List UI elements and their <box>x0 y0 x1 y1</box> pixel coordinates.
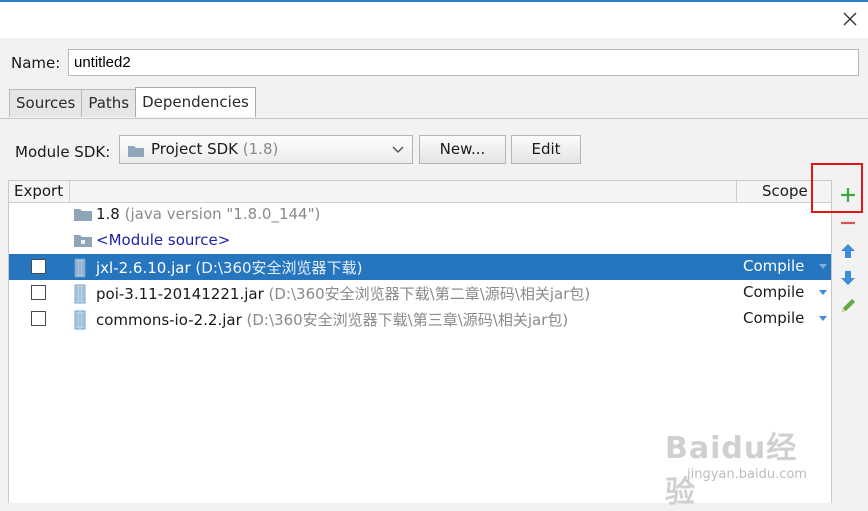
dialog-title-bar <box>0 0 868 38</box>
chevron-down-icon <box>392 146 404 154</box>
row-detail: (java version "1.8.0_144") <box>124 205 321 223</box>
folder-icon <box>128 146 144 157</box>
title-accent-line <box>0 0 868 2</box>
table-header: Export Scope <box>9 181 831 203</box>
row-name: <Module source> <box>96 231 231 249</box>
sdk-selected-value: Project SDK (1.8) <box>151 140 279 158</box>
row-label: poi-3.11-20141221.jar (D:\360安全浏览器下载\第二章… <box>96 283 590 304</box>
jar-library-icon <box>74 310 86 330</box>
row-detail: (D:\360安全浏览器下载\第二章\源码\相关jar包) <box>268 285 591 303</box>
minus-icon[interactable] <box>837 212 859 234</box>
pencil-icon[interactable] <box>837 295 859 317</box>
name-input[interactable] <box>68 49 859 76</box>
table-row[interactable]: <Module source> <box>9 228 831 254</box>
tab-sources[interactable]: Sources <box>9 89 83 117</box>
scope-dropdown-arrow-icon[interactable] <box>819 316 827 322</box>
scope-dropdown-arrow-icon[interactable] <box>819 290 827 296</box>
module-source-folder-icon <box>74 235 92 247</box>
arrow-down-icon[interactable] <box>837 267 859 289</box>
module-sdk-label: Module SDK: <box>15 143 111 161</box>
arrow-up-icon[interactable] <box>837 240 859 262</box>
jar-library-icon <box>74 258 86 278</box>
close-icon[interactable] <box>840 9 860 29</box>
column-divider <box>736 181 737 202</box>
edit-sdk-button[interactable]: Edit <box>511 135 581 164</box>
tab-dependencies[interactable]: Dependencies <box>135 87 256 117</box>
tab-strip: Sources Paths Dependencies <box>9 87 256 118</box>
jar-library-icon <box>74 284 86 304</box>
row-name: 1.8 <box>96 205 120 223</box>
tab-paths[interactable]: Paths <box>81 89 137 117</box>
row-detail: (D:\360安全浏览器下载) <box>195 259 363 277</box>
scope-dropdown-arrow-icon[interactable] <box>819 264 827 270</box>
row-name: poi-3.11-20141221.jar <box>96 285 264 303</box>
scope-value[interactable]: Compile <box>743 283 804 301</box>
module-sdk-dropdown[interactable]: Project SDK (1.8) <box>119 135 413 164</box>
row-label: jxl-2.6.10.jar (D:\360安全浏览器下载) <box>96 257 362 278</box>
export-column-header[interactable]: Export <box>14 182 63 200</box>
table-row[interactable]: jxl-2.6.10.jar (D:\360安全浏览器下载) Compile <box>9 254 831 280</box>
row-name: commons-io-2.2.jar <box>96 311 242 329</box>
row-detail: (D:\360安全浏览器下载\第三章\源码\相关jar包) <box>246 311 569 329</box>
dependencies-toolbar <box>832 180 868 503</box>
row-label: 1.8 (java version "1.8.0_144") <box>96 205 320 223</box>
export-checkbox[interactable] <box>31 311 46 326</box>
scope-value[interactable]: Compile <box>743 257 804 275</box>
table-row[interactable]: 1.8 (java version "1.8.0_144") <box>9 202 831 228</box>
scope-column-header[interactable]: Scope <box>762 182 808 200</box>
table-row[interactable]: commons-io-2.2.jar (D:\360安全浏览器下载\第三章\源码… <box>9 306 831 332</box>
export-checkbox[interactable] <box>31 285 46 300</box>
new-sdk-button[interactable]: New... <box>419 135 506 164</box>
table-row[interactable]: poi-3.11-20141221.jar (D:\360安全浏览器下载\第二章… <box>9 280 831 306</box>
tab-divider <box>0 118 868 119</box>
export-checkbox[interactable] <box>31 259 46 274</box>
annotation-highlight-box <box>811 163 863 213</box>
scope-value[interactable]: Compile <box>743 309 804 327</box>
row-name: jxl-2.6.10.jar <box>96 259 191 277</box>
row-label: commons-io-2.2.jar (D:\360安全浏览器下载\第三章\源码… <box>96 309 568 330</box>
baidu-watermark: Baidu经验 jingyan.baidu.com <box>665 405 825 510</box>
column-divider <box>69 181 70 202</box>
jdk-folder-icon <box>74 209 92 221</box>
name-label: Name: <box>11 54 61 72</box>
watermark-url: jingyan.baidu.com <box>687 467 807 482</box>
